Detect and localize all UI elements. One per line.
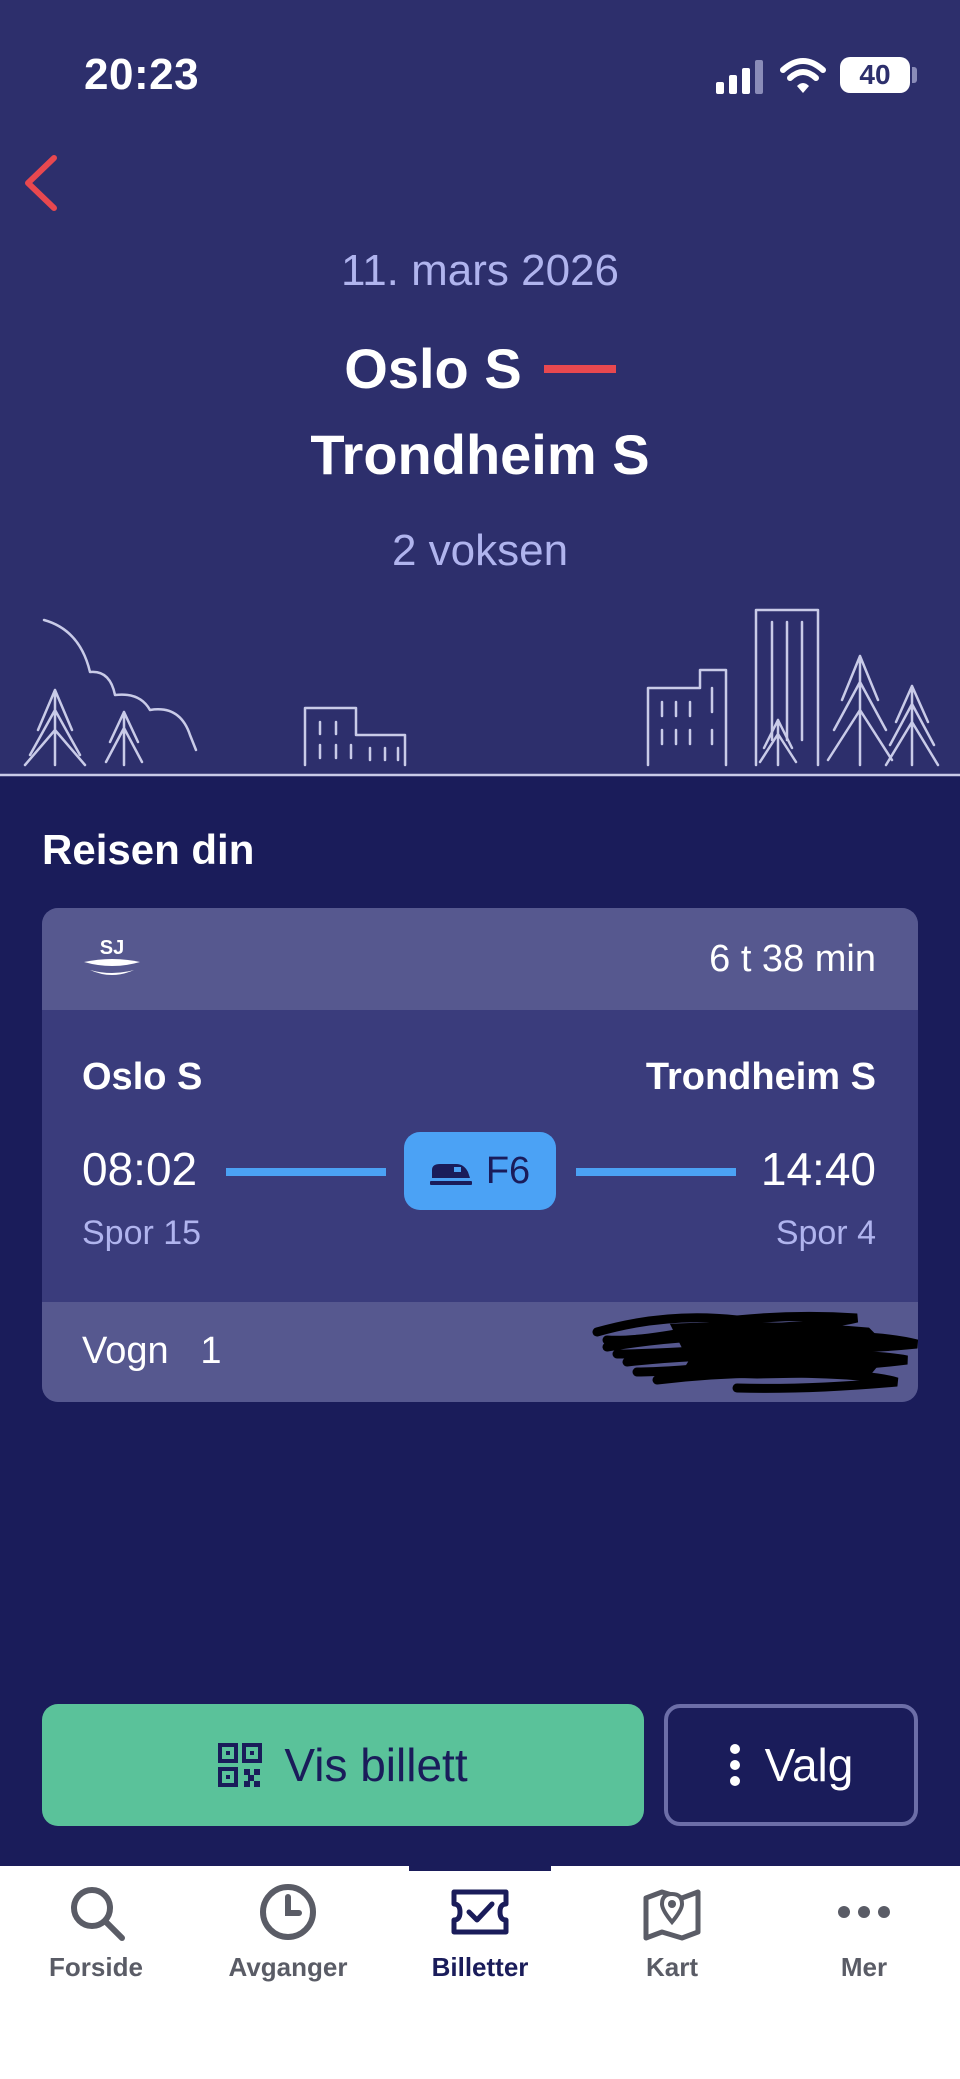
battery-tip: [912, 67, 917, 83]
departure-station: Oslo S: [82, 1056, 203, 1098]
qr-code-icon: [218, 1743, 263, 1787]
tab-forside-label: Forside: [49, 1952, 143, 1982]
clock-icon: [260, 1884, 316, 1940]
tab-kart-label: Kart: [645, 1952, 698, 1982]
train-line-badge[interactable]: F6: [404, 1132, 556, 1210]
status-bar: 20:23 40: [0, 0, 960, 150]
arrival-track: Spor 4: [775, 1214, 876, 1252]
car-number: 1: [200, 1330, 222, 1372]
tab-avganger[interactable]: Avganger: [192, 1866, 384, 2016]
skyline-illustration: [0, 608, 960, 777]
route-destination: Trondheim S: [310, 423, 650, 486]
tab-billetter[interactable]: Billetter: [384, 1866, 576, 2016]
journey-duration: 6 t 38 min: [709, 938, 876, 980]
sj-logo-text: SJ: [100, 937, 124, 959]
section-title: Reisen din: [42, 826, 255, 873]
more-icon: [838, 1906, 890, 1918]
journey-card-header: SJ 6 t 38 min: [42, 908, 918, 1010]
sj-logo-icon: SJ: [84, 937, 140, 975]
battery-indicator: 40: [840, 57, 910, 93]
show-ticket-label: Vis billett: [284, 1739, 468, 1791]
tab-forside[interactable]: Forside: [0, 1866, 192, 2016]
route-line-right: [576, 1168, 736, 1176]
tab-kart[interactable]: Kart: [576, 1866, 768, 2016]
ticket-icon: [451, 1889, 509, 1935]
route-dash: [543, 365, 616, 374]
tab-mer[interactable]: Mer: [768, 1866, 960, 2016]
trip-date: 11. mars 2026: [340, 246, 619, 295]
tab-mer-label: Mer: [840, 1952, 888, 1982]
train-line-label: F6: [485, 1149, 531, 1192]
show-ticket-button[interactable]: Vis billett: [42, 1704, 644, 1826]
redacted-scribble: [592, 1311, 918, 1393]
more-vertical-icon: [729, 1744, 740, 1786]
back-chevron-icon[interactable]: [18, 150, 68, 216]
tab-billetter-label: Billetter: [431, 1952, 529, 1982]
passenger-count: 2 voksen: [391, 526, 569, 575]
map-icon: [643, 1889, 701, 1941]
trip-header: 20:23 40 11. mars 2026 Oslo S Trondheim …: [0, 0, 960, 777]
arrival-time: 14:40: [760, 1143, 876, 1195]
route-origin: Oslo S: [0, 336, 960, 401]
car-info: Vogn 1: [82, 1330, 221, 1373]
arrival-station: Trondheim S: [645, 1056, 876, 1098]
status-time: 20:23: [84, 50, 200, 99]
train-icon: [429, 1164, 472, 1185]
route-line-left: [226, 1168, 386, 1176]
options-label: Valg: [764, 1739, 854, 1791]
options-button[interactable]: Valg: [664, 1704, 918, 1826]
tab-avganger-label: Avganger: [228, 1952, 348, 1982]
signal-icon: [716, 60, 763, 94]
wifi-icon: [780, 58, 826, 93]
departure-track: Spor 15: [82, 1214, 202, 1252]
journey-card[interactable]: SJ 6 t 38 min Oslo S Trondheim S 08:02 F…: [42, 908, 918, 1402]
departure-time: 08:02: [82, 1143, 198, 1195]
car-info-row: Vogn 1: [42, 1302, 918, 1402]
bottom-tab-bar: Forside Avganger Billetter Kart Mer: [0, 1866, 960, 2079]
car-label: Vogn: [82, 1330, 169, 1372]
route-origin-label: Oslo S: [344, 337, 522, 400]
search-icon: [71, 1887, 125, 1941]
